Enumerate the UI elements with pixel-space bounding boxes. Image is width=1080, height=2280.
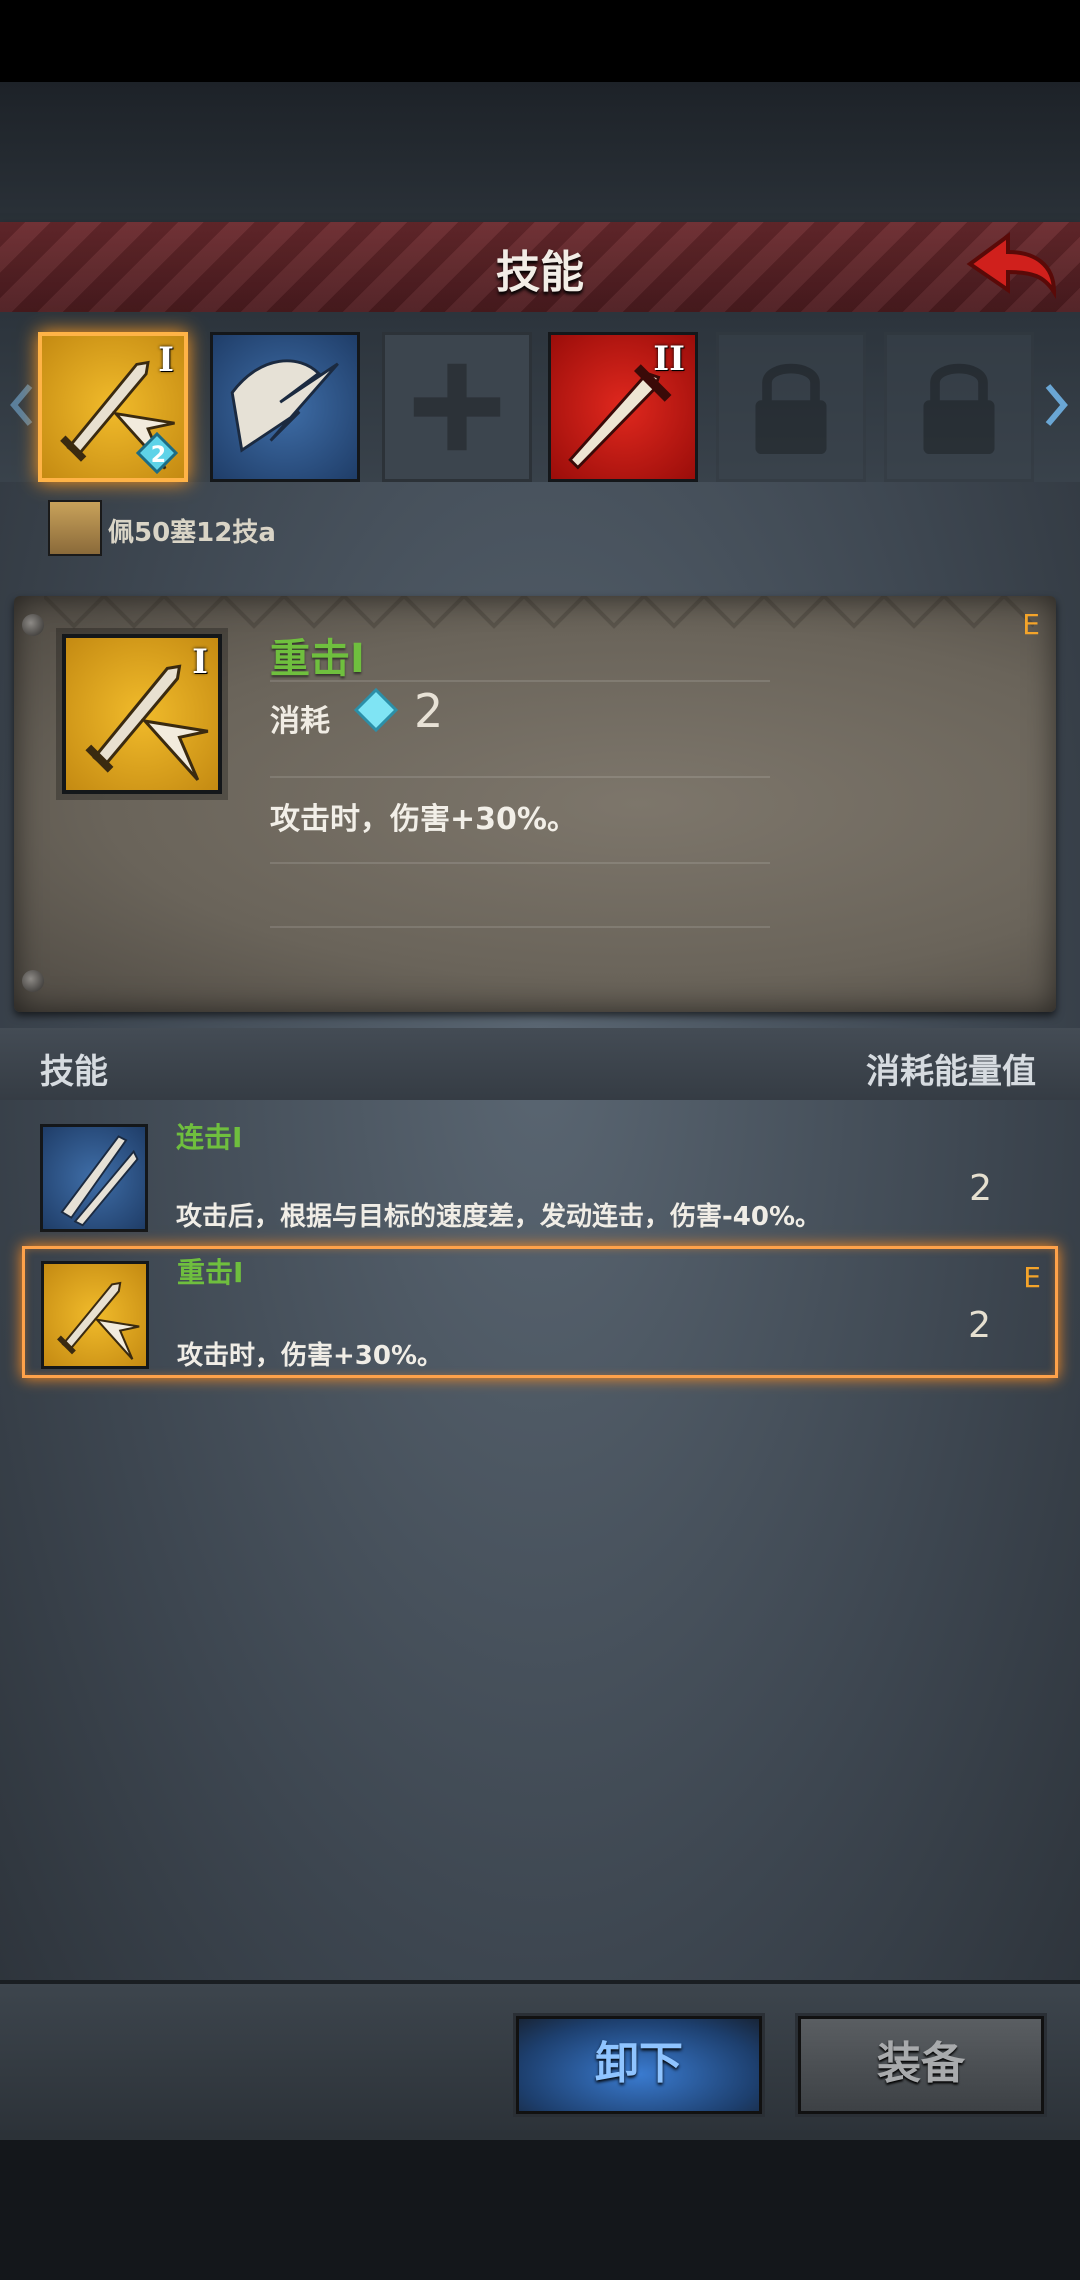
detail-cost-value: 2 [414,684,444,738]
detail-skill-name: 重击I [270,636,365,682]
energy-gem-icon [354,688,398,732]
unequip-button[interactable]: 卸下 [516,2016,762,2114]
heavy-strike-icon [57,1281,140,1360]
skill-list-item[interactable]: 连击I 攻击后，根据与目标的速度差，发动连击，伤害-40%。 2 [22,1110,1058,1242]
slot-badge-value: 2 [150,443,166,468]
heavy-strike-skill-icon [41,1261,149,1369]
detail-tier-label: I [192,642,208,682]
slot-tier-label: I [158,340,174,380]
skill-energy-cost: 2 [968,1305,991,1346]
list-header-skill: 技能 [40,1052,108,1092]
skill-slot-1[interactable]: I 2 [38,332,188,482]
skill-slot-4[interactable]: II [548,332,698,482]
card-rule-line [270,926,770,928]
skill-list-item-selected[interactable]: 重击I 攻击时，伤害+30%。 2 E [22,1246,1058,1378]
skill-description: 攻击后，根据与目标的速度差，发动连击，伤害-40%。 [176,1202,822,1232]
skill-detail-card: I 重击I 消耗 2 攻击时，伤害+30%。 E [14,596,1056,1012]
slot-tier-label: II [653,339,685,379]
skill-energy-cost: 2 [969,1168,992,1209]
status-bar [0,0,1080,82]
detail-skill-icon: I [62,634,222,794]
detail-cost-label: 消耗 [270,704,330,739]
detail-skill-description: 攻击时，伤害+30%。 [270,802,577,837]
card-rule-line [270,680,770,682]
page-title: 技能 [496,247,584,298]
equipped-mark: E [1023,1261,1041,1294]
skill-slot-5-locked [716,332,866,482]
rivet [22,614,44,636]
padlock-icon [755,363,827,455]
rivet [22,970,44,992]
card-rule-line [270,862,770,864]
cross-icon [413,363,501,451]
footer-area [0,2140,1080,2280]
combo-wings-icon [230,359,339,453]
combo-skill-icon [40,1124,148,1232]
scroll-left-icon[interactable] [6,380,36,430]
skill-slot-6-locked [884,332,1034,482]
skill-name: 连击I [176,1121,243,1154]
title-bar: 技能 [0,222,1080,316]
equip-button[interactable]: 装备 [798,2016,1044,2114]
scroll-right-icon[interactable] [1042,380,1072,430]
combo-blades-icon [60,1135,139,1227]
equipped-mark: E [1022,608,1040,641]
skill-slot-3-empty[interactable] [382,332,532,482]
skill-description: 攻击时，伤害+30%。 [177,1341,444,1371]
hero-name: 佩50塞12技a [108,518,276,548]
list-header-energy-cost: 消耗能量值 [866,1052,1036,1092]
header-background [0,82,1080,222]
back-arrow-icon[interactable] [962,226,1062,308]
card-zigzag-pattern [44,596,1034,629]
card-rule-line [270,776,770,778]
skill-list-header: 技能 消耗能量值 [0,1028,1080,1100]
padlock-icon [923,363,995,455]
skill-slot-2[interactable] [210,332,360,482]
hero-avatar[interactable] [48,500,102,556]
skill-name: 重击I [177,1256,244,1289]
